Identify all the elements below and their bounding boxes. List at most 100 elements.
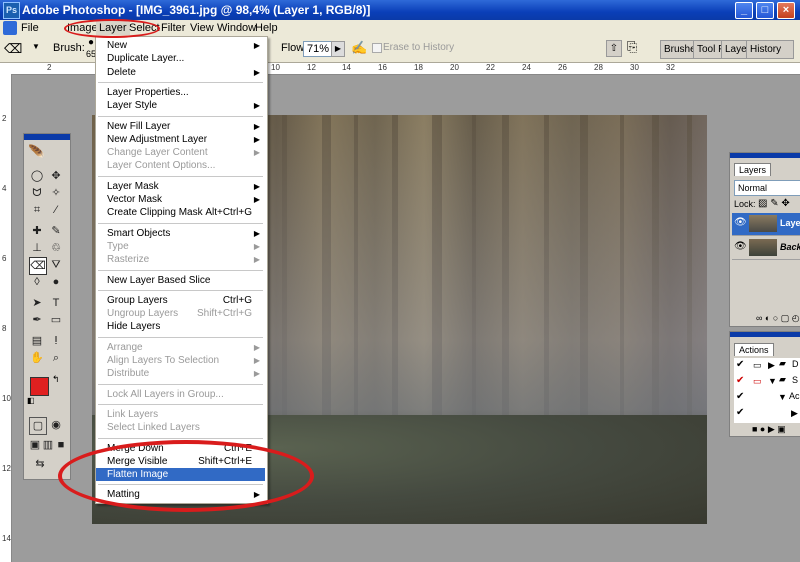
- blend-mode-select[interactable]: Normal: [734, 180, 800, 196]
- action-check-icon[interactable]: ✔: [736, 375, 744, 386]
- submenu-arrow-icon: ▶: [253, 255, 260, 265]
- dialog-toggle-icon[interactable]: ▭: [753, 360, 762, 371]
- blur-tool-icon[interactable]: ◊: [29, 274, 45, 290]
- menu-item-new[interactable]: New ▶: [96, 39, 265, 52]
- layers-panel-header: [730, 153, 800, 158]
- dialog-toggle-icon[interactable]: ▭: [753, 376, 762, 387]
- layer-panel-footer-icons[interactable]: ∞ ◐ ○ ▢ ◴: [756, 313, 800, 324]
- menu-item-new-fill-layer[interactable]: New Fill Layer ▶: [96, 120, 265, 133]
- close-button[interactable]: ×: [777, 2, 795, 19]
- minimize-button[interactable]: _: [735, 2, 753, 19]
- lock-icons[interactable]: ▨ ✎ ✥: [758, 198, 790, 209]
- collapse-triangle-icon[interactable]: ▼: [768, 376, 777, 386]
- visibility-eye-icon[interactable]: 👁: [734, 217, 747, 228]
- path-selection-icon[interactable]: ➤: [29, 295, 45, 311]
- file-browser-icon[interactable]: ⎘: [627, 39, 637, 55]
- actions-panel-header: [730, 332, 800, 337]
- default-colors-icon[interactable]: ◧: [27, 396, 35, 405]
- menu-separator: [98, 336, 263, 338]
- submenu-arrow-icon: ▶: [253, 369, 260, 379]
- menu-help[interactable]: Help: [252, 21, 281, 35]
- screen-mode-full-icon[interactable]: ■: [53, 437, 69, 453]
- flow-input[interactable]: 71%: [303, 41, 333, 57]
- layer-menu-dropdown: New ▶ Duplicate Layer... Delete ▶ Layer Prope…: [95, 36, 268, 504]
- airbrush-icon[interactable]: ✍: [351, 40, 367, 56]
- ruler-mark: 14: [2, 534, 11, 543]
- tool-preset-arrow-icon[interactable]: ▼: [32, 42, 40, 51]
- actions-footer-icons[interactable]: ■ ● ▶ ▣: [752, 424, 786, 435]
- lasso-tool-icon[interactable]: ᗢ: [29, 185, 45, 201]
- submenu-arrow-icon: ▶: [253, 148, 260, 158]
- submenu-arrow-icon: ▶: [253, 101, 260, 111]
- menu-item-layer-style[interactable]: Layer Style ▶: [96, 99, 265, 112]
- marquee-tool-icon[interactable]: ◯: [29, 168, 45, 184]
- action-check-icon[interactable]: ✔: [736, 359, 744, 370]
- document-icon[interactable]: [3, 21, 17, 35]
- collapse-triangle-icon[interactable]: ▼: [778, 392, 787, 402]
- brush-tool-icon[interactable]: ✎: [48, 223, 64, 239]
- menu-view[interactable]: View: [187, 21, 217, 35]
- history-brush-icon[interactable]: ♲: [48, 240, 64, 256]
- jump-to-imageready-icon[interactable]: ⇆: [32, 456, 48, 472]
- action-check-icon[interactable]: ✔: [736, 391, 744, 402]
- shape-tool-icon[interactable]: ▭: [48, 312, 64, 328]
- magic-wand-icon[interactable]: ✧: [48, 185, 64, 201]
- type-tool-icon[interactable]: T: [48, 295, 64, 311]
- stamp-tool-icon[interactable]: ⊥: [29, 240, 45, 256]
- hand-tool-icon[interactable]: ✋: [29, 350, 45, 366]
- ruler-mark: 28: [594, 63, 603, 72]
- menu-item-create-clipping-mask[interactable]: Create Clipping Mask Alt+Ctrl+G: [96, 206, 265, 219]
- flow-arrow-icon[interactable]: ▶: [331, 41, 345, 57]
- submenu-arrow-icon: ▶: [253, 121, 260, 131]
- eyedropper-icon[interactable]: ⵑ: [48, 333, 64, 349]
- tool-preset-icon[interactable]: ⇧: [606, 40, 622, 57]
- brush-dot-icon[interactable]: ●: [88, 37, 94, 48]
- ruler-mark: 24: [522, 63, 531, 72]
- expand-triangle-icon[interactable]: ▶: [791, 408, 798, 419]
- menu-item-group-layers[interactable]: Group Layers Ctrl+G: [96, 294, 265, 307]
- menu-item-new-adjustment-layer[interactable]: New Adjustment Layer ▶: [96, 133, 265, 146]
- notes-tool-icon[interactable]: ▤: [29, 333, 45, 349]
- crop-tool-icon[interactable]: ⌗: [29, 202, 45, 218]
- layer-row-background[interactable]: 👁 Background: [732, 237, 800, 260]
- slice-tool-icon[interactable]: ⁄: [48, 202, 64, 218]
- move-tool-icon[interactable]: ✥: [48, 168, 64, 184]
- photoshop-app-icon[interactable]: Ps: [3, 2, 20, 19]
- ruler-mark: 30: [630, 63, 639, 72]
- menu-item-layer-mask[interactable]: Layer Mask ▶: [96, 180, 265, 193]
- menu-item-duplicate-layer[interactable]: Duplicate Layer...: [96, 52, 265, 65]
- eraser-tool-icon[interactable]: ⌫: [29, 257, 47, 275]
- action-check-icon[interactable]: ✔: [736, 407, 744, 418]
- menu-item-smart-objects[interactable]: Smart Objects ▶: [96, 227, 265, 240]
- healing-brush-icon[interactable]: ✚: [29, 223, 45, 239]
- menu-separator: [98, 383, 263, 385]
- well-tab-history[interactable]: History: [746, 40, 794, 59]
- expand-triangle-icon[interactable]: ▶: [768, 360, 775, 371]
- menu-filter[interactable]: Filter: [158, 21, 188, 35]
- visibility-eye-icon[interactable]: 👁: [734, 241, 747, 252]
- quick-mask-icon[interactable]: ◉: [48, 417, 64, 433]
- eraser-tool-icon[interactable]: ⌫: [4, 41, 22, 57]
- ruler-mark: 12: [307, 63, 316, 72]
- menu-item-new-layer-based-slice[interactable]: New Layer Based Slice: [96, 274, 265, 287]
- menu-item-delete[interactable]: Delete ▶: [96, 66, 265, 79]
- actions-tab[interactable]: Actions: [734, 343, 774, 356]
- layer-row-layer1[interactable]: 👁 Layer 1: [732, 213, 800, 236]
- menu-item-vector-mask[interactable]: Vector Mask ▶: [96, 193, 265, 206]
- foreground-color-swatch[interactable]: [30, 377, 49, 396]
- layers-tab[interactable]: Layers: [734, 163, 772, 176]
- dodge-tool-icon[interactable]: ●: [48, 274, 64, 290]
- zoom-tool-icon[interactable]: ⌕: [48, 350, 64, 366]
- menu-item-layer-properties[interactable]: Layer Properties...: [96, 86, 265, 99]
- layers-panel: Layers Normal Lock: ▨ ✎ ✥ 👁 Layer 1 👁 Ba…: [729, 152, 800, 327]
- pen-tool-icon[interactable]: ✒: [29, 312, 45, 328]
- maximize-button[interactable]: □: [756, 2, 774, 19]
- feather-icon[interactable]: 🪶: [28, 144, 45, 161]
- menu-file[interactable]: File: [18, 21, 42, 35]
- erase-history-checkbox[interactable]: [372, 43, 382, 53]
- menu-item-hide-layers[interactable]: Hide Layers: [96, 320, 265, 333]
- standard-mode-icon[interactable]: ▢: [29, 417, 47, 435]
- paint-bucket-icon[interactable]: ⛛: [48, 257, 64, 273]
- menu-item-label: Lock All Layers in Group...: [107, 388, 224, 400]
- swap-colors-icon[interactable]: ↰: [52, 374, 60, 385]
